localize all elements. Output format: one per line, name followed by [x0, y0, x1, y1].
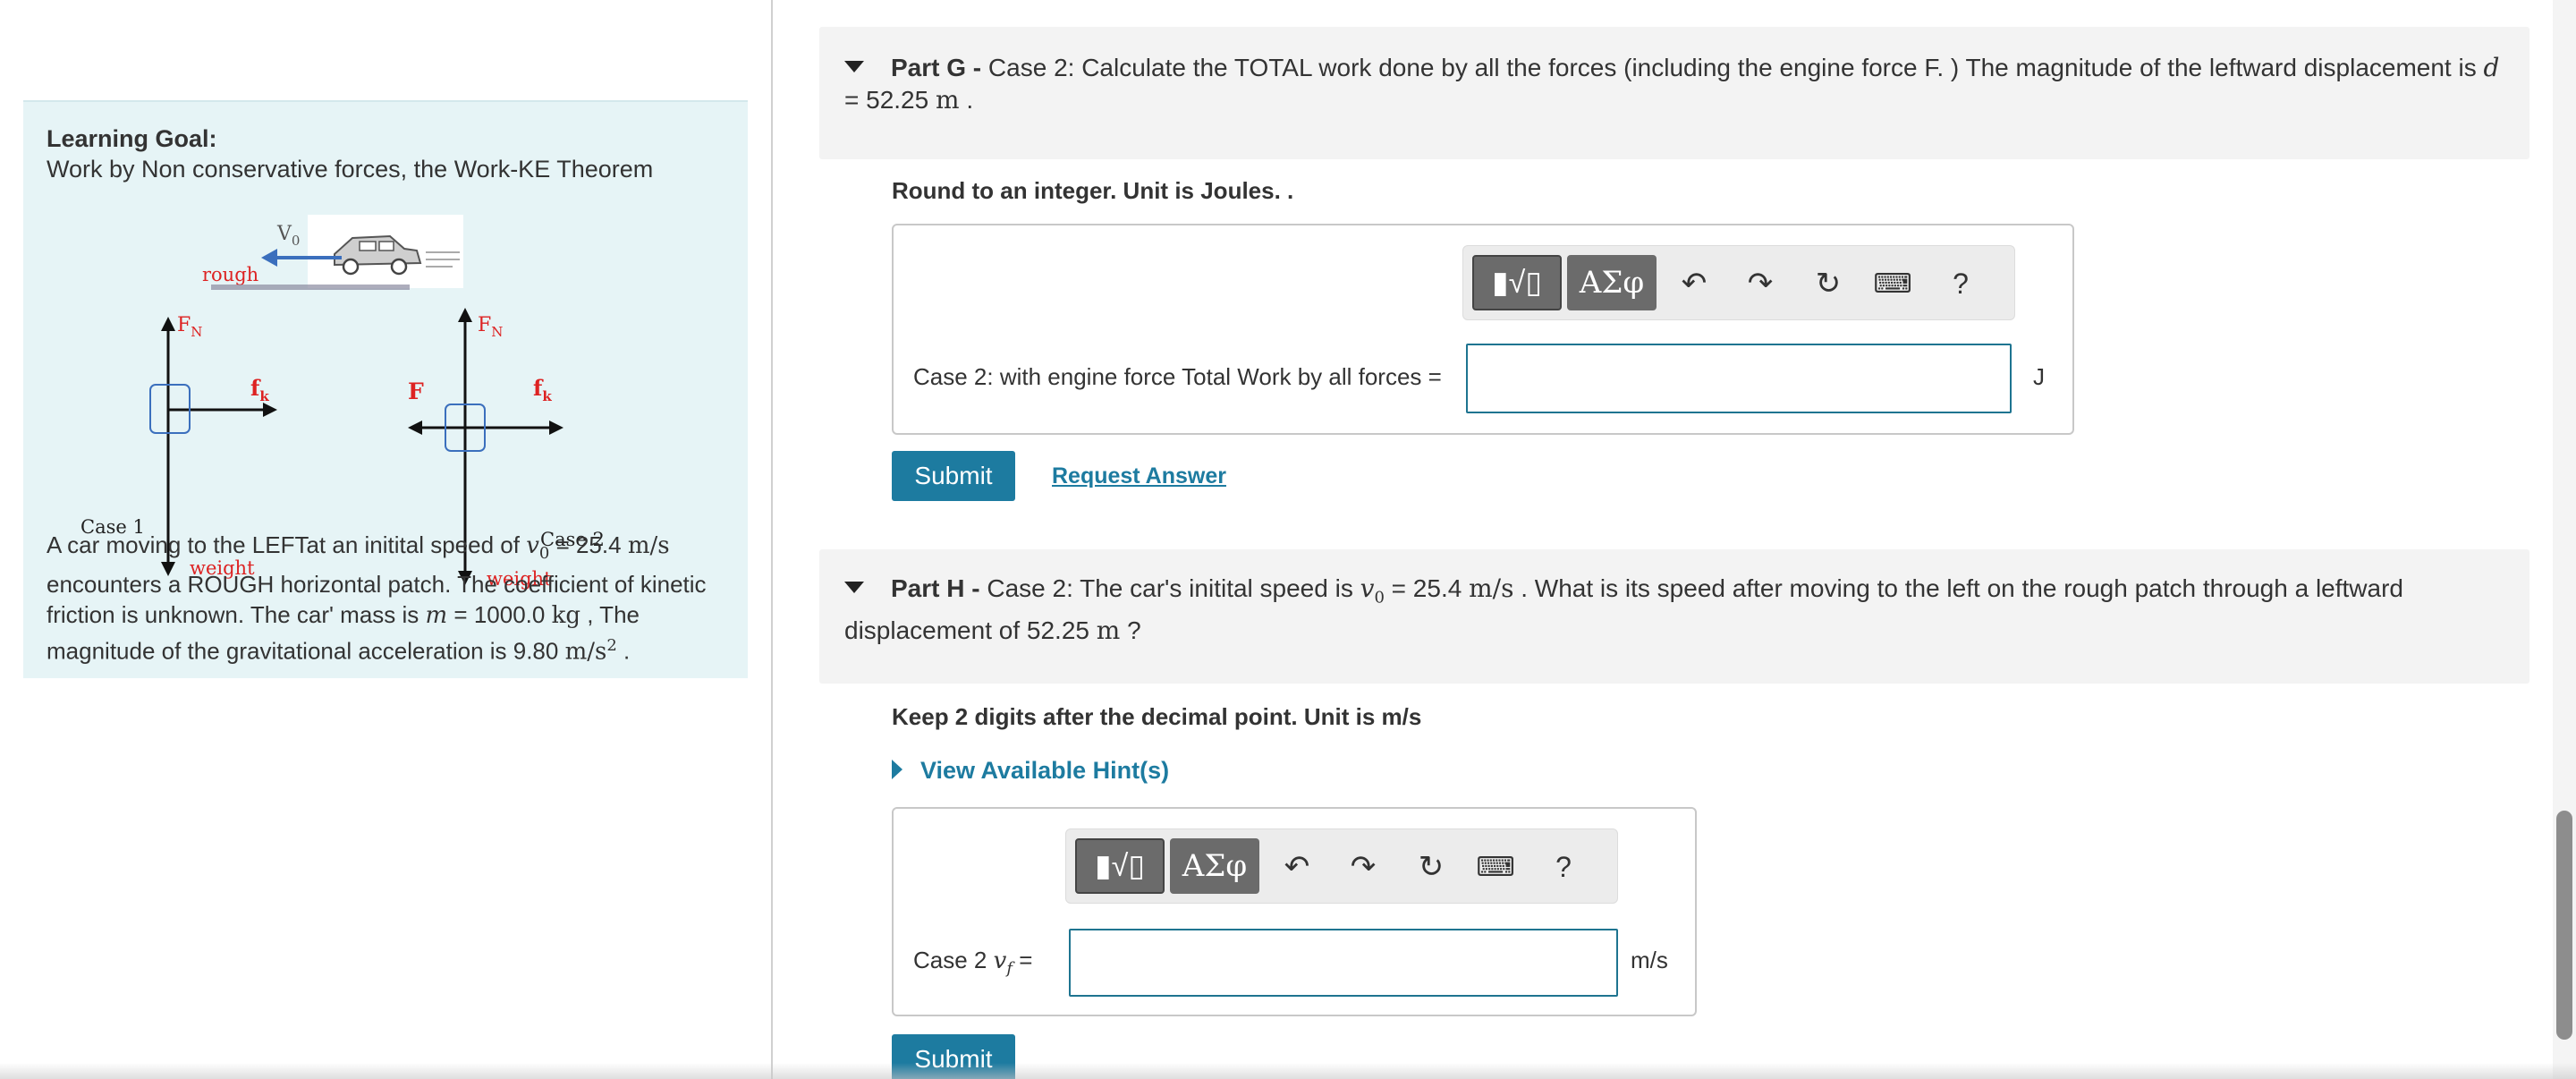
collapse-caret-icon[interactable] [844, 582, 864, 594]
part-g-submit-button[interactable]: Submit [892, 451, 1015, 501]
template-icon[interactable]: ▮√▯ [1472, 255, 1562, 310]
view-hints-link[interactable]: View Available Hint(s) [892, 757, 1169, 785]
redo-icon[interactable]: ↷ [1742, 266, 1778, 302]
case2-fk-label: fk [533, 375, 552, 404]
redo-icon[interactable]: ↷ [1345, 849, 1381, 885]
bottom-shadow [0, 1063, 2576, 1079]
case2-F-label: F [408, 378, 424, 404]
reset-icon[interactable]: ↻ [1810, 266, 1846, 302]
problem-statement: A car moving to the LEFTat an initital s… [47, 531, 707, 666]
template-icon[interactable]: ▮√▯ [1075, 838, 1165, 894]
part-h-answer-box: ▮√▯ ΑΣφ ↶ ↷ ↻ ⌨ ? Case 2 vf = m/s [892, 807, 1697, 1016]
right-pane: Part G - Case 2: Calculate the TOTAL wor… [773, 0, 2576, 1079]
part-h-unit: m/s [1631, 947, 1668, 973]
velocity-label: V0 [276, 223, 300, 249]
expand-caret-icon [892, 759, 902, 779]
part-h-instruction: Keep 2 digits after the decimal point. U… [892, 703, 1422, 730]
collapse-caret-icon[interactable] [844, 61, 864, 73]
learning-goal-box: Learning Goal: Work by Non conservative … [23, 100, 748, 678]
part-g-field-label: Case 2: with engine force Total Work by … [913, 363, 1442, 390]
keyboard-icon[interactable]: ⌨ [1476, 849, 1514, 885]
case1-fn-label: FN [177, 314, 202, 340]
help-icon[interactable]: ? [1943, 266, 1979, 302]
case2-fn-label: FN [478, 314, 503, 340]
learning-goal-subtitle: Work by Non conservative forces, the Wor… [47, 156, 654, 183]
part-h-field-label: Case 2 vf = [913, 947, 1033, 979]
part-h-math-toolbar: ▮√▯ ΑΣφ ↶ ↷ ↻ ⌨ ? [1065, 828, 1618, 904]
help-icon[interactable]: ? [1546, 849, 1581, 885]
part-h-header[interactable]: Part H - Case 2: The car's initital spee… [819, 549, 2529, 684]
part-g-unit: J [2033, 363, 2045, 390]
request-answer-link[interactable]: Request Answer [1052, 463, 1226, 489]
left-pane: Learning Goal: Work by Non conservative … [0, 0, 771, 1079]
undo-icon[interactable]: ↶ [1279, 849, 1315, 885]
rough-surface [211, 285, 410, 290]
part-g-answer-input[interactable] [1466, 344, 2012, 413]
part-g-header[interactable]: Part G - Case 2: Calculate the TOTAL wor… [819, 27, 2529, 159]
scrollbar-thumb[interactable] [2556, 811, 2572, 1040]
greek-symbols-button[interactable]: ΑΣφ [1170, 838, 1259, 894]
keyboard-icon[interactable]: ⌨ [1873, 266, 1911, 302]
part-g-answer-box: ▮√▯ ΑΣφ ↶ ↷ ↻ ⌨ ? Case 2: with engine fo… [892, 224, 2074, 435]
car-illustration [308, 215, 463, 288]
part-h-answer-input[interactable] [1069, 929, 1618, 997]
rough-label: rough [202, 264, 258, 285]
part-h-question: Part H - Case 2: The car's initital spee… [844, 573, 2403, 645]
reset-icon[interactable]: ↻ [1413, 849, 1449, 885]
part-g-math-toolbar: ▮√▯ ΑΣφ ↶ ↷ ↻ ⌨ ? [1462, 245, 2015, 320]
part-g-question: Part G - Case 2: Calculate the TOTAL wor… [844, 53, 2500, 115]
scrollbar[interactable] [2553, 0, 2576, 1079]
undo-icon[interactable]: ↶ [1676, 266, 1712, 302]
greek-symbols-button[interactable]: ΑΣφ [1567, 255, 1657, 310]
case1-fk-label: fk [250, 375, 269, 404]
learning-goal-title: Learning Goal: [47, 125, 217, 152]
part-g-instruction: Round to an integer. Unit is Joules. . [892, 177, 1294, 204]
